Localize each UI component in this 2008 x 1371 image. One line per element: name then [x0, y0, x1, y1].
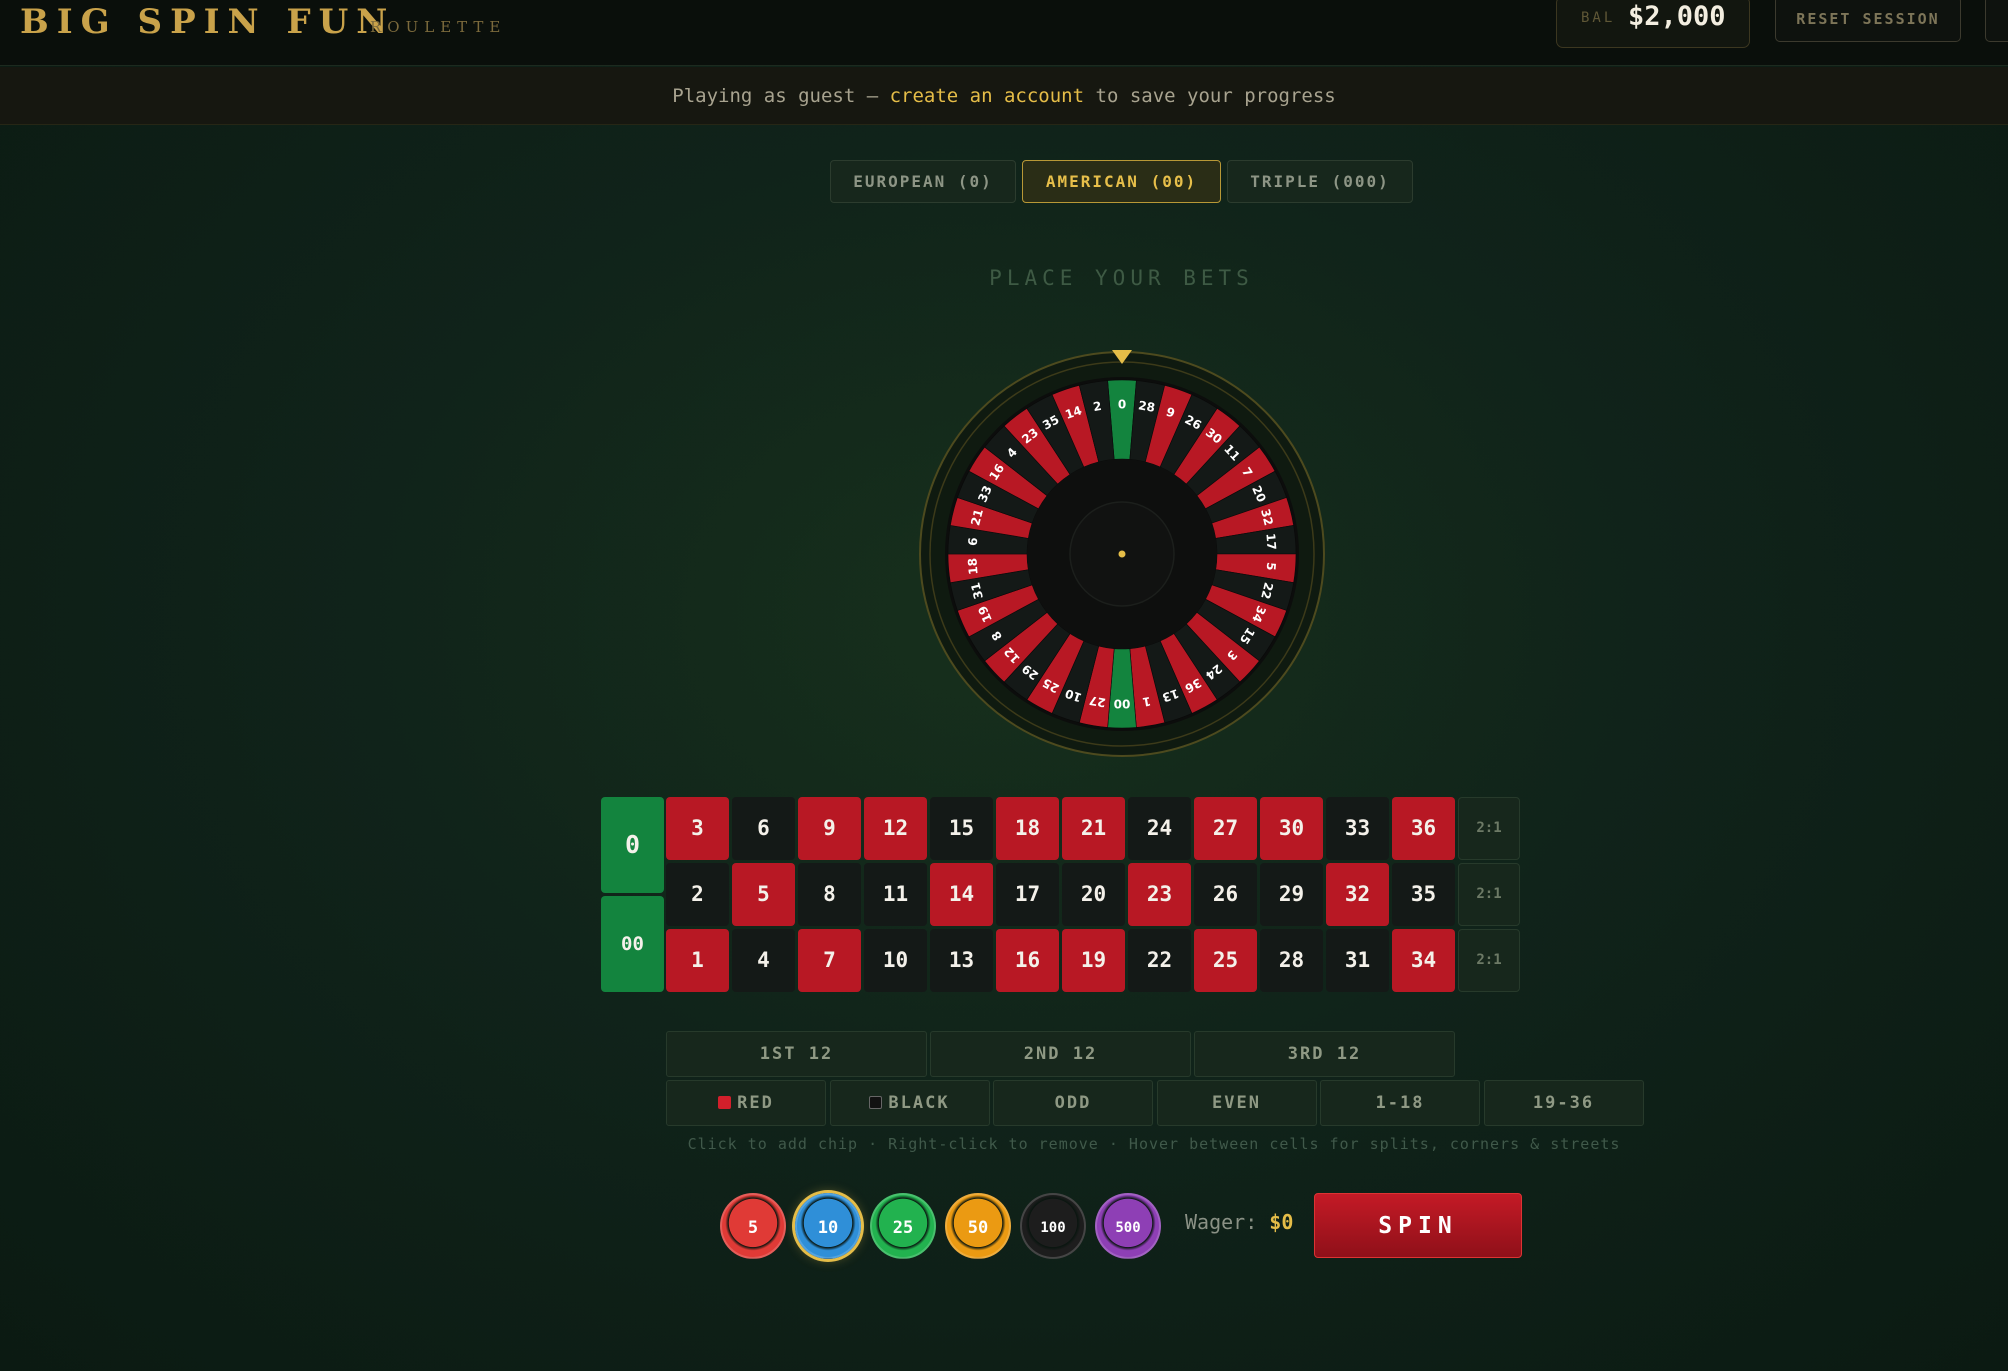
wheel-number-label: 17 [1263, 533, 1278, 551]
cell-00[interactable]: 00 [601, 896, 664, 992]
red-swatch-icon [718, 1096, 732, 1109]
cell-16[interactable]: 16 [996, 929, 1059, 992]
wheel-graphic: 0 28 9 263011720321752234153243613100271025… [919, 350, 1325, 757]
wheel-number-label: 28 [1137, 398, 1156, 415]
chip-25[interactable]: 25 [870, 1193, 936, 1259]
spin-button[interactable]: SPIN [1314, 1193, 1522, 1258]
cell-12[interactable]: 12 [864, 797, 927, 860]
tab-american[interactable]: AMERICAN (00) [1022, 160, 1221, 203]
cell-19[interactable]: 19 [1062, 929, 1125, 992]
even-money-label: 1-18 [1375, 1093, 1425, 1113]
top-bar: BIG SPIN FUN ROULETTE BAL $2,000 RESET S… [0, 0, 2008, 66]
cell-25[interactable]: 25 [1194, 929, 1257, 992]
cell-23[interactable]: 23 [1128, 863, 1191, 926]
board-hint: Click to add chip · Right-click to remov… [687, 1135, 1621, 1153]
cell-26[interactable]: 26 [1194, 863, 1257, 926]
chip-5[interactable]: 5 [720, 1193, 786, 1259]
balance-label: BAL [1581, 10, 1616, 26]
cell-17[interactable]: 17 [996, 863, 1059, 926]
cell-30[interactable]: 30 [1260, 797, 1323, 860]
status-message: PLACE YOUR BETS [989, 266, 1254, 290]
cell-2[interactable]: 2 [666, 863, 729, 926]
cell-35[interactable]: 35 [1392, 863, 1455, 926]
even-money-label: 19-36 [1532, 1093, 1595, 1113]
cell-20[interactable]: 20 [1062, 863, 1125, 926]
cell-14[interactable]: 14 [930, 863, 993, 926]
cell-0[interactable]: 0 [601, 797, 664, 893]
tab-triple[interactable]: TRIPLE (000) [1227, 160, 1413, 203]
black-swatch-icon [869, 1096, 883, 1109]
reset-session-button[interactable]: RESET SESSION [1775, 0, 1961, 42]
cell-7[interactable]: 7 [798, 929, 861, 992]
cell-6[interactable]: 6 [732, 797, 795, 860]
even-money-label: EVEN [1212, 1093, 1261, 1113]
cell-1[interactable]: 1 [666, 929, 729, 992]
cell-24[interactable]: 24 [1128, 797, 1191, 860]
banner-suffix: to save your progress [1084, 85, 1336, 107]
cell-36[interactable]: 36 [1392, 797, 1455, 860]
dozen-bet-3[interactable]: 3RD 12 [1194, 1031, 1455, 1077]
cell-34[interactable]: 34 [1392, 929, 1455, 992]
cell-9[interactable]: 9 [798, 797, 861, 860]
chip-500[interactable]: 500 [1095, 1193, 1161, 1259]
brand-subtitle: ROULETTE [370, 18, 507, 36]
wheel-number-label: 5 [1264, 562, 1279, 571]
even-money-bet-3[interactable]: ODD [993, 1080, 1153, 1126]
cell-13[interactable]: 13 [930, 929, 993, 992]
create-account-link[interactable]: create an account [890, 85, 1084, 107]
wager-value: $0 [1269, 1210, 1294, 1234]
dozen-bet-1[interactable]: 1ST 12 [666, 1031, 927, 1077]
column-bet-2[interactable]: 2:1 [1458, 863, 1520, 926]
even-money-label: ODD [1054, 1093, 1092, 1113]
even-money-bet-1[interactable]: RED [666, 1080, 826, 1126]
wheel-spindle [1118, 550, 1126, 558]
cell-33[interactable]: 33 [1326, 797, 1389, 860]
brand-logo: BIG SPIN FUN [20, 2, 396, 42]
cell-4[interactable]: 4 [732, 929, 795, 992]
cell-5[interactable]: 5 [732, 863, 795, 926]
cell-28[interactable]: 28 [1260, 929, 1323, 992]
balance-display: BAL $2,000 [1556, 0, 1750, 48]
dozen-bet-2[interactable]: 2ND 12 [930, 1031, 1191, 1077]
cell-3[interactable]: 3 [666, 797, 729, 860]
cell-32[interactable]: 32 [1326, 863, 1389, 926]
banner-prefix: Playing as guest — [672, 85, 890, 107]
cell-15[interactable]: 15 [930, 797, 993, 860]
tab-european[interactable]: EUROPEAN (0) [830, 160, 1016, 203]
guest-banner: Playing as guest — create an account to … [0, 67, 2008, 125]
wheel-number-label: 00 [1114, 697, 1131, 711]
wheel-number-label: 6 [966, 537, 981, 546]
cell-10[interactable]: 10 [864, 929, 927, 992]
roulette-wheel: 0 28 9 26 30 11 7 20 32 17 5 22 34 15 3 24 36 13 1 00 27 10 25… [908, 340, 1338, 770]
even-money-bet-4[interactable]: EVEN [1156, 1080, 1317, 1126]
wager-display: Wager: $0 [1185, 1210, 1293, 1234]
wager-label: Wager: [1185, 1210, 1258, 1234]
wheel-number-label: 18 [965, 557, 980, 575]
cell-29[interactable]: 29 [1260, 863, 1323, 926]
cell-11[interactable]: 11 [864, 863, 927, 926]
cell-18[interactable]: 18 [996, 797, 1059, 860]
column-bet-1[interactable]: 2:1 [1458, 797, 1520, 860]
cell-21[interactable]: 21 [1062, 797, 1125, 860]
chip-50[interactable]: 50 [945, 1193, 1011, 1259]
even-money-bet-2[interactable]: BLACK [829, 1080, 990, 1126]
cell-31[interactable]: 31 [1326, 929, 1389, 992]
balance-value: $2,000 [1628, 1, 1726, 32]
chip-10[interactable]: 10 [795, 1193, 861, 1259]
cell-27[interactable]: 27 [1194, 797, 1257, 860]
cell-8[interactable]: 8 [798, 863, 861, 926]
even-money-bet-6[interactable]: 19-36 [1483, 1080, 1644, 1126]
menu-button[interactable] [1985, 0, 2008, 42]
chip-100[interactable]: 100 [1020, 1193, 1086, 1259]
cell-22[interactable]: 22 [1128, 929, 1191, 992]
column-bet-3[interactable]: 2:1 [1458, 929, 1520, 992]
wheel-number-label: 0 [1118, 398, 1126, 412]
wheel-number-label: 27 [1088, 693, 1107, 710]
even-money-label: BLACK [888, 1093, 950, 1113]
even-money-bet-5[interactable]: 1-18 [1320, 1080, 1480, 1126]
even-money-label: RED [737, 1093, 774, 1113]
